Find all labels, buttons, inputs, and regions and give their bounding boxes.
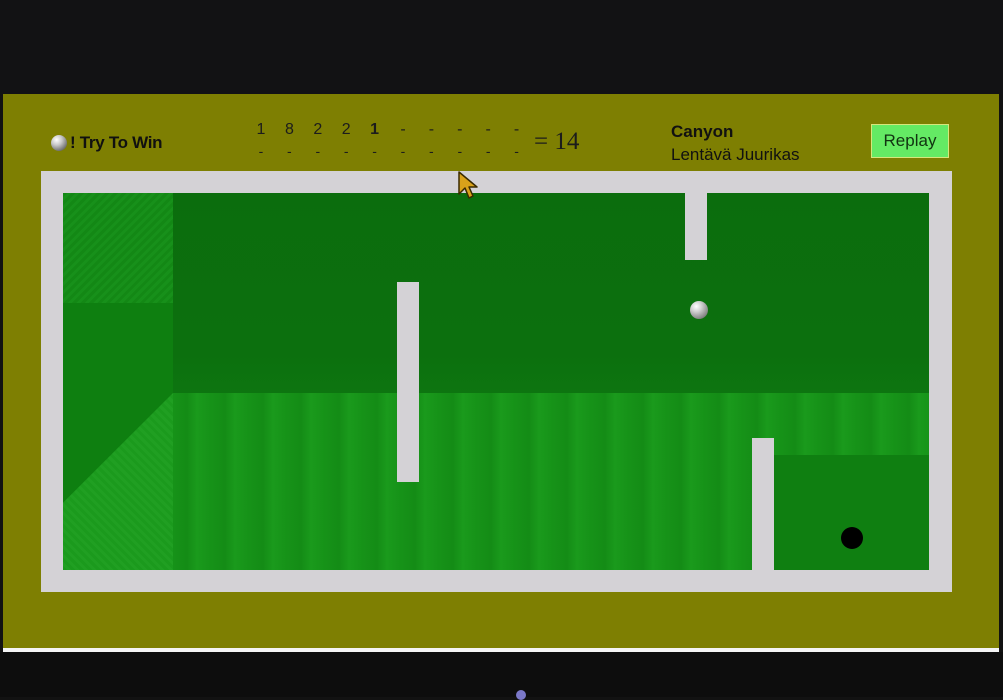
score-sub-hole-7: - bbox=[429, 143, 434, 159]
score-sub-hole-6: - bbox=[400, 143, 406, 159]
golf-ball[interactable] bbox=[690, 301, 708, 319]
score-hole-7: - bbox=[428, 121, 435, 138]
course-name: Canyon bbox=[671, 122, 734, 141]
score-sub-hole-8: - bbox=[457, 143, 463, 159]
golf-hole bbox=[841, 527, 863, 549]
left-upper-ramp bbox=[63, 193, 173, 303]
score-hole-4: 2 bbox=[341, 121, 351, 138]
score-sub-hole-10: - bbox=[514, 143, 519, 159]
replay-button[interactable]: Replay bbox=[871, 124, 949, 158]
ball-icon bbox=[51, 135, 67, 151]
score-hole-2: 8 bbox=[284, 121, 294, 138]
score-sub-hole-1: - bbox=[258, 143, 264, 159]
putting-green[interactable] bbox=[63, 193, 929, 570]
minigolf-game[interactable]: ! Try To Win 1 - 8 - 2 - 2 - 1 - - - - - - - - - - - = 14 C… bbox=[3, 94, 999, 649]
score-hole-9: - bbox=[485, 121, 491, 138]
score-hole-5: 1 bbox=[370, 121, 380, 138]
center-wall bbox=[397, 282, 419, 482]
score-hole-3: 2 bbox=[313, 121, 323, 138]
arrow-cursor-icon bbox=[458, 171, 478, 199]
bottom-wall bbox=[752, 438, 774, 570]
course-author: Lentävä Juurikas bbox=[671, 145, 800, 164]
score-hole-8: - bbox=[457, 121, 463, 138]
score-sub-hole-3: - bbox=[315, 143, 321, 159]
score-hole-10: - bbox=[513, 121, 520, 138]
score-sub-hole-4: - bbox=[343, 143, 349, 159]
top-letterbox bbox=[0, 0, 1003, 94]
course-frame bbox=[41, 171, 952, 592]
total-score: = 14 bbox=[534, 128, 580, 155]
upper-slope bbox=[173, 193, 929, 393]
score-sub-hole-9: - bbox=[485, 143, 491, 159]
score-sub-hole-5: - bbox=[372, 143, 377, 159]
score-sub-hole-2: - bbox=[287, 143, 292, 159]
score-hole-1: 1 bbox=[256, 121, 266, 138]
hole-pocket bbox=[773, 455, 929, 570]
bottom-letterbox bbox=[0, 652, 1003, 697]
top-wall bbox=[685, 193, 707, 260]
score-hole-6: - bbox=[400, 121, 406, 138]
progress-dot bbox=[516, 690, 526, 700]
player-name: ! Try To Win bbox=[70, 133, 163, 152]
